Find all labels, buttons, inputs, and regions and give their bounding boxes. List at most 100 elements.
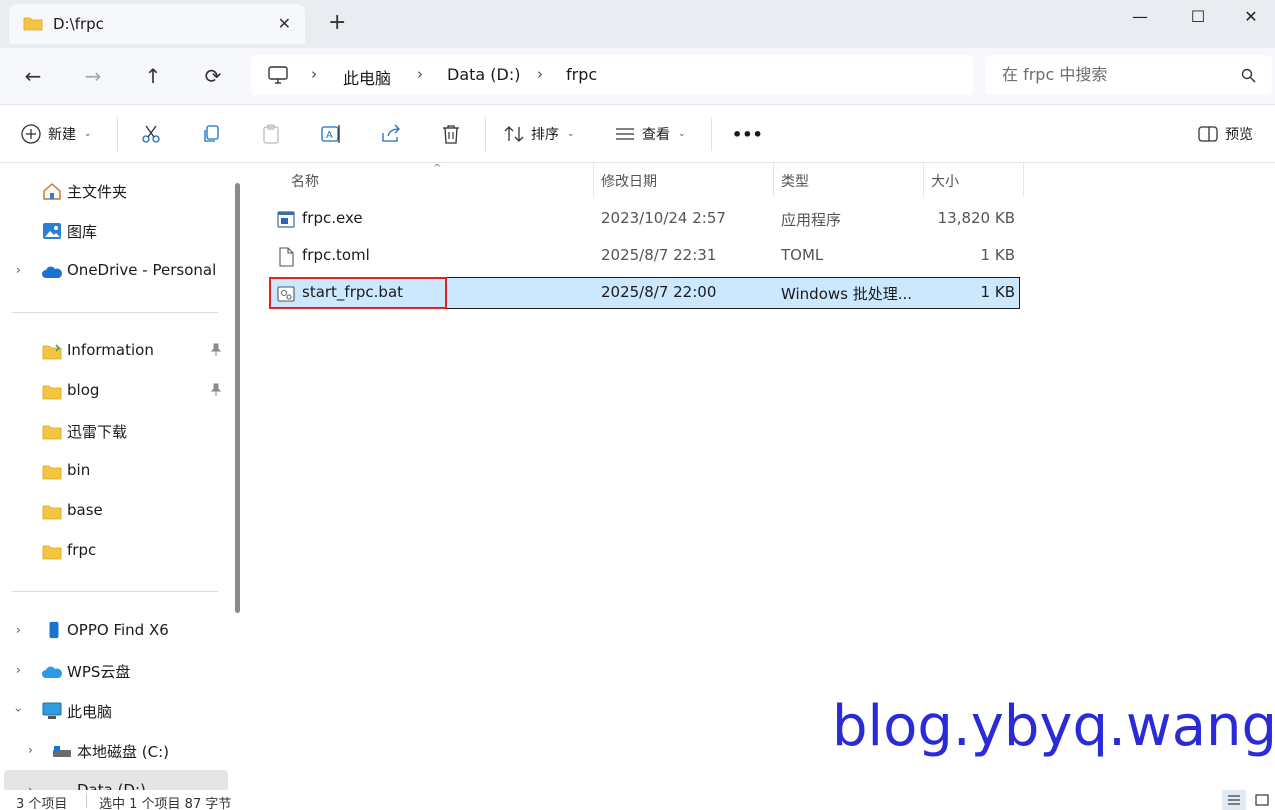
- chevron-right-icon[interactable]: ›: [16, 623, 21, 637]
- sidebar-item-home[interactable]: 主文件夹: [0, 175, 228, 207]
- sidebar-item-xunlei[interactable]: 迅雷下载: [0, 415, 228, 447]
- sidebar-item-label: frpc: [67, 541, 97, 559]
- address-bar[interactable]: › 此电脑 › Data (D:) › frpc: [251, 55, 973, 95]
- chevron-down-icon[interactable]: ›: [11, 708, 25, 713]
- sidebar-item-base[interactable]: base: [0, 495, 228, 527]
- new-button[interactable]: 新建 ⌄: [20, 121, 92, 147]
- breadcrumb-this-pc[interactable]: 此电脑: [343, 65, 391, 89]
- pin-icon[interactable]: [209, 343, 223, 357]
- details-view-icon: [1228, 795, 1240, 805]
- chevron-right-icon[interactable]: ›: [28, 783, 33, 790]
- pc-icon: [268, 66, 288, 84]
- column-type[interactable]: 类型: [781, 171, 809, 191]
- item-count: 3 个项目: [16, 797, 68, 810]
- share-button[interactable]: [380, 121, 402, 147]
- share-icon: [382, 124, 400, 142]
- details-view-button[interactable]: [1222, 790, 1246, 810]
- close-window-button[interactable]: ✕: [1227, 0, 1275, 32]
- sidebar-item-oppo[interactable]: › OPPO Find X6: [0, 615, 228, 647]
- sidebar-item-local-disk-c[interactable]: › 本地磁盘 (C:): [0, 735, 228, 767]
- preview-label: 预览: [1225, 127, 1253, 143]
- tiles-view-icon: [1255, 794, 1269, 806]
- sidebar-item-onedrive[interactable]: › OneDrive - Personal: [0, 255, 228, 287]
- maximize-button[interactable]: ☐: [1169, 0, 1227, 32]
- sidebar-item-this-pc[interactable]: › 此电脑: [0, 695, 228, 727]
- tab-close-icon[interactable]: ✕: [278, 14, 291, 33]
- column-divider[interactable]: [593, 163, 594, 197]
- sidebar-item-label: 迅雷下载: [67, 423, 128, 441]
- minimize-button[interactable]: —: [1111, 0, 1169, 32]
- copy-button[interactable]: [200, 121, 222, 147]
- file-row[interactable]: frpc.toml 2025/8/7 22:31 TOML 1 KB: [270, 240, 1020, 272]
- sidebar-item-data-d[interactable]: › Data (D:): [0, 775, 228, 790]
- paste-button[interactable]: [260, 121, 282, 147]
- sidebar-item-label: Data (D:): [77, 781, 146, 790]
- chevron-right-icon[interactable]: ›: [16, 663, 21, 677]
- sidebar-item-label: 图库: [67, 223, 98, 241]
- file-name: frpc.toml: [302, 246, 370, 264]
- sidebar-item-label: blog: [67, 381, 100, 399]
- folder-icon: [42, 465, 62, 480]
- column-divider[interactable]: [923, 163, 924, 197]
- tiles-view-button[interactable]: [1250, 790, 1274, 810]
- column-date[interactable]: 修改日期: [601, 171, 657, 191]
- sidebar-item-blog[interactable]: blog: [0, 375, 228, 407]
- breadcrumb-data-d[interactable]: Data (D:): [447, 65, 520, 84]
- view-button[interactable]: 查看 ⌄: [614, 121, 686, 147]
- file-row[interactable]: frpc.exe 2023/10/24 2:57 应用程序 13,820 KB: [270, 203, 1020, 235]
- folder-icon: [42, 344, 62, 360]
- divider: [12, 591, 218, 592]
- sidebar-item-gallery[interactable]: 图库: [0, 215, 228, 247]
- up-button[interactable]: ↑: [138, 62, 168, 90]
- rename-button[interactable]: A: [320, 121, 342, 147]
- sidebar-item-label: Information: [67, 341, 154, 359]
- delete-button[interactable]: [440, 121, 462, 147]
- sidebar-item-wps[interactable]: › WPS云盘: [0, 655, 228, 687]
- preview-pane-button[interactable]: 预览: [1197, 121, 1253, 147]
- sidebar-scrollbar[interactable]: [235, 183, 240, 613]
- file-size: 1 KB: [980, 283, 1015, 301]
- column-size[interactable]: 大小: [931, 171, 959, 191]
- chevron-right-icon[interactable]: ›: [28, 743, 33, 757]
- column-name[interactable]: 名称: [291, 171, 319, 191]
- breadcrumb-frpc[interactable]: frpc: [566, 65, 597, 84]
- file-size: 1 KB: [980, 246, 1015, 264]
- file-size: 13,820 KB: [937, 209, 1015, 227]
- sort-button[interactable]: 排序 ⌄: [503, 121, 575, 147]
- close-icon: ✕: [1244, 6, 1258, 26]
- folder-icon: [42, 505, 62, 520]
- back-button[interactable]: ←: [18, 62, 48, 90]
- pin-icon[interactable]: [209, 383, 223, 397]
- sort-label: 排序: [531, 127, 559, 143]
- chevron-down-icon: ⌄: [678, 129, 686, 139]
- gallery-icon: [43, 223, 61, 239]
- divider: [86, 794, 87, 808]
- sidebar-item-bin[interactable]: bin: [0, 455, 228, 487]
- chevron-right-icon[interactable]: ›: [16, 263, 21, 277]
- chevron-right-icon: ›: [537, 65, 543, 83]
- new-tab-button[interactable]: +: [328, 10, 346, 36]
- refresh-button[interactable]: ⟳: [198, 62, 228, 90]
- trash-icon: [443, 125, 459, 144]
- forward-button[interactable]: →: [78, 62, 108, 90]
- exe-icon: [277, 211, 295, 228]
- arrow-left-icon: ←: [24, 64, 42, 88]
- column-divider[interactable]: [1023, 163, 1024, 197]
- status-bar: 3 个项目 选中 1 个项目 87 字节: [0, 790, 1275, 810]
- tab-current-folder[interactable]: D:\frpc ✕: [9, 4, 305, 44]
- cut-button[interactable]: [140, 121, 162, 147]
- sidebar-item-information[interactable]: Information: [0, 335, 228, 367]
- cloud-icon: [42, 666, 62, 678]
- column-divider[interactable]: [773, 163, 774, 197]
- search-input[interactable]: [1002, 65, 1222, 84]
- folder-icon: [23, 17, 43, 31]
- title-bar: D:\frpc ✕ + — ☐ ✕: [0, 0, 1275, 48]
- rename-icon: A: [321, 125, 340, 143]
- maximize-icon: ☐: [1190, 6, 1206, 26]
- navigation-pane: 主文件夹 图库 › OneDrive - Personal Informatio…: [0, 163, 245, 790]
- clipboard-icon: [263, 124, 279, 144]
- more-options-button[interactable]: •••: [732, 121, 763, 147]
- more-icon: •••: [732, 124, 763, 144]
- sidebar-item-frpc[interactable]: frpc: [0, 535, 228, 567]
- search-box[interactable]: [985, 55, 1272, 95]
